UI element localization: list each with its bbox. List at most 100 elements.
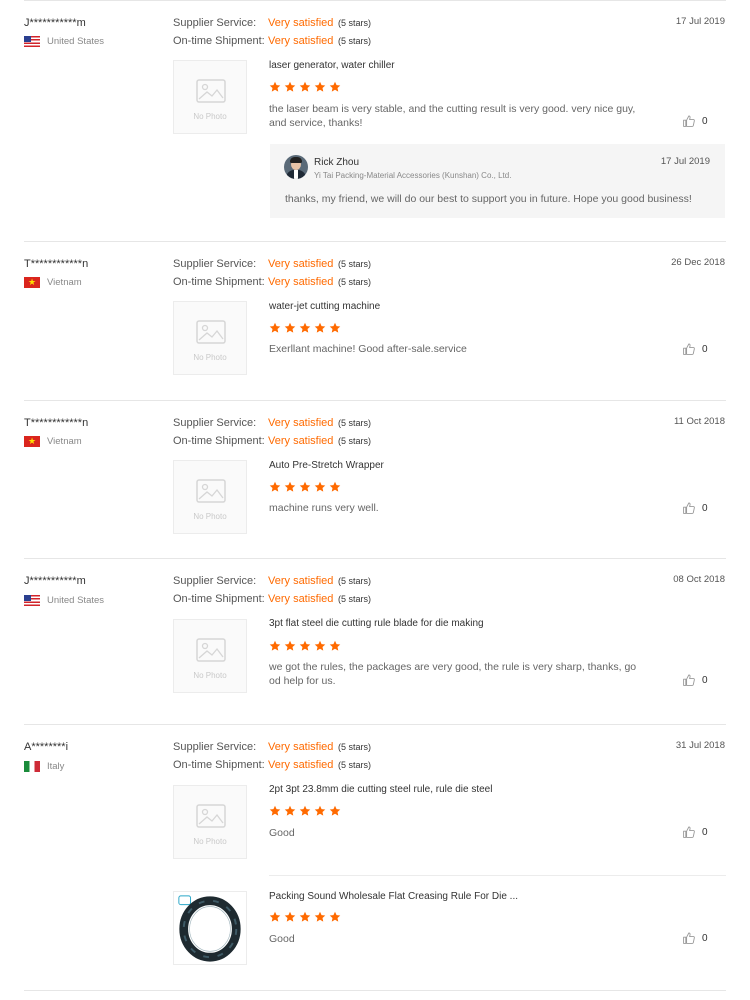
supplier-service-label: Supplier Service: [173,417,257,429]
buyer-name: J***********m [24,575,86,587]
like-count: 0 [702,343,708,355]
thumbs-up-icon [683,932,695,944]
like-count: 0 [702,115,708,127]
ontime-shipment-row: On-time Shipment: Very satisfied (5 stars) [173,35,371,47]
buyer-name: T************n [24,258,89,270]
ontime-shipment-value: Very satisfied [268,593,334,605]
ontime-shipment-stars: (5 stars) [338,436,372,446]
reply-author: Rick Zhou [314,157,360,168]
ontime-shipment-row: On-time Shipment: Very satisfied (5 stars) [173,593,371,605]
star-rating [269,481,341,493]
no-photo-label: No Photo [193,837,227,846]
ontime-shipment-row: On-time Shipment: Very satisfied (5 stars) [173,435,371,447]
star-rating [269,322,341,334]
reply-date: 17 Jul 2019 [660,156,710,167]
no-photo-icon [196,804,226,828]
vietnam-flag-icon [24,277,40,288]
review-divider [24,990,726,991]
no-photo-icon [196,479,226,503]
country-name: Vietnam [47,277,82,288]
supplier-service-stars: (5 stars) [338,18,372,28]
buyer-country: Italy [24,761,64,772]
ontime-shipment-label: On-time Shipment: [173,593,265,605]
product-name[interactable]: 3pt flat steel die cutting rule blade fo… [269,618,484,629]
product-thumbnail[interactable] [173,891,247,965]
buyer-country: Vietnam [24,436,82,447]
star-icon [269,322,281,333]
star-icon [299,640,311,651]
thumbs-up-icon [683,674,695,686]
star-icon [284,481,296,492]
product-name[interactable]: Packing Sound Wholesale Flat Creasing Ru… [269,891,518,902]
like-button[interactable]: 0 [683,826,708,838]
star-icon [329,322,341,333]
like-button[interactable]: 0 [683,115,708,127]
ontime-shipment-stars: (5 stars) [338,594,372,604]
product-name[interactable]: water-jet cutting machine [269,301,380,312]
reply-company[interactable]: Yi Tai Packing-Material Accessories (Kun… [314,171,511,180]
ontime-shipment-stars: (5 stars) [338,760,372,770]
like-count: 0 [702,932,708,944]
review-date: 31 Jul 2018 [675,740,725,751]
reply-text: thanks, my friend, we will do our best t… [285,193,692,205]
product-thumbnail[interactable]: No Photo [173,785,247,859]
star-icon [269,805,281,816]
star-icon [269,481,281,492]
like-button[interactable]: 0 [683,502,708,514]
us-flag-icon [24,36,40,47]
star-rating [269,640,341,652]
like-button[interactable]: 0 [683,343,708,355]
supplier-service-value: Very satisfied [268,417,334,429]
star-icon [299,81,311,92]
country-name: Vietnam [47,436,82,447]
like-button[interactable]: 0 [683,674,708,686]
product-name[interactable]: laser generator, water chiller [269,60,395,71]
star-icon [329,481,341,492]
buyer-name: A********i [24,741,69,753]
product-thumbnail[interactable]: No Photo [173,301,247,375]
buyer-country: Vietnam [24,277,82,288]
star-icon [314,322,326,333]
product-thumbnail[interactable]: No Photo [173,60,247,134]
thumbs-up-icon [683,502,695,514]
star-icon [314,805,326,816]
product-name[interactable]: Auto Pre-Stretch Wrapper [269,460,384,471]
ontime-shipment-value: Very satisfied [268,435,334,447]
supplier-service-value: Very satisfied [268,741,334,753]
review-card: J***********m United States Supplier Ser… [0,558,750,724]
supplier-service-row: Supplier Service: Very satisfied (5 stars) [173,741,371,753]
thumbs-up-icon [683,826,695,838]
star-icon [314,481,326,492]
ontime-shipment-label: On-time Shipment: [173,759,265,771]
country-name: United States [47,595,105,606]
product-thumbnail[interactable]: No Photo [173,460,247,534]
avatar [284,155,308,179]
star-icon [314,81,326,92]
product-thumbnail[interactable]: No Photo [173,619,247,693]
supplier-service-label: Supplier Service: [173,741,257,753]
ontime-shipment-row: On-time Shipment: Very satisfied (5 stars) [173,759,371,771]
star-rating [269,911,341,923]
ontime-shipment-label: On-time Shipment: [173,435,265,447]
star-icon [329,81,341,92]
ontime-shipment-label: On-time Shipment: [173,276,265,288]
star-icon [284,911,296,922]
like-button[interactable]: 0 [683,932,708,944]
creasing-rule-product-image [178,895,241,962]
review-comment: we got the rules, the packages are very … [269,661,637,687]
star-icon [314,640,326,651]
product-name[interactable]: 2pt 3pt 23.8mm die cutting steel rule, r… [269,784,492,795]
no-photo-label: No Photo [193,353,227,362]
ontime-shipment-value: Very satisfied [268,759,334,771]
ontime-shipment-label: On-time Shipment: [173,35,265,47]
review-card: T************n Vietnam Supplier Service:… [0,400,750,558]
star-icon [269,640,281,651]
star-icon [329,640,341,651]
buyer-name: T************n [24,417,89,429]
star-icon [284,640,296,651]
ontime-shipment-stars: (5 stars) [338,36,372,46]
review-comment: Good [269,933,295,945]
review-comment: the laser beam is very stable, and the c… [269,103,636,129]
star-icon [299,481,311,492]
star-icon [299,911,311,922]
